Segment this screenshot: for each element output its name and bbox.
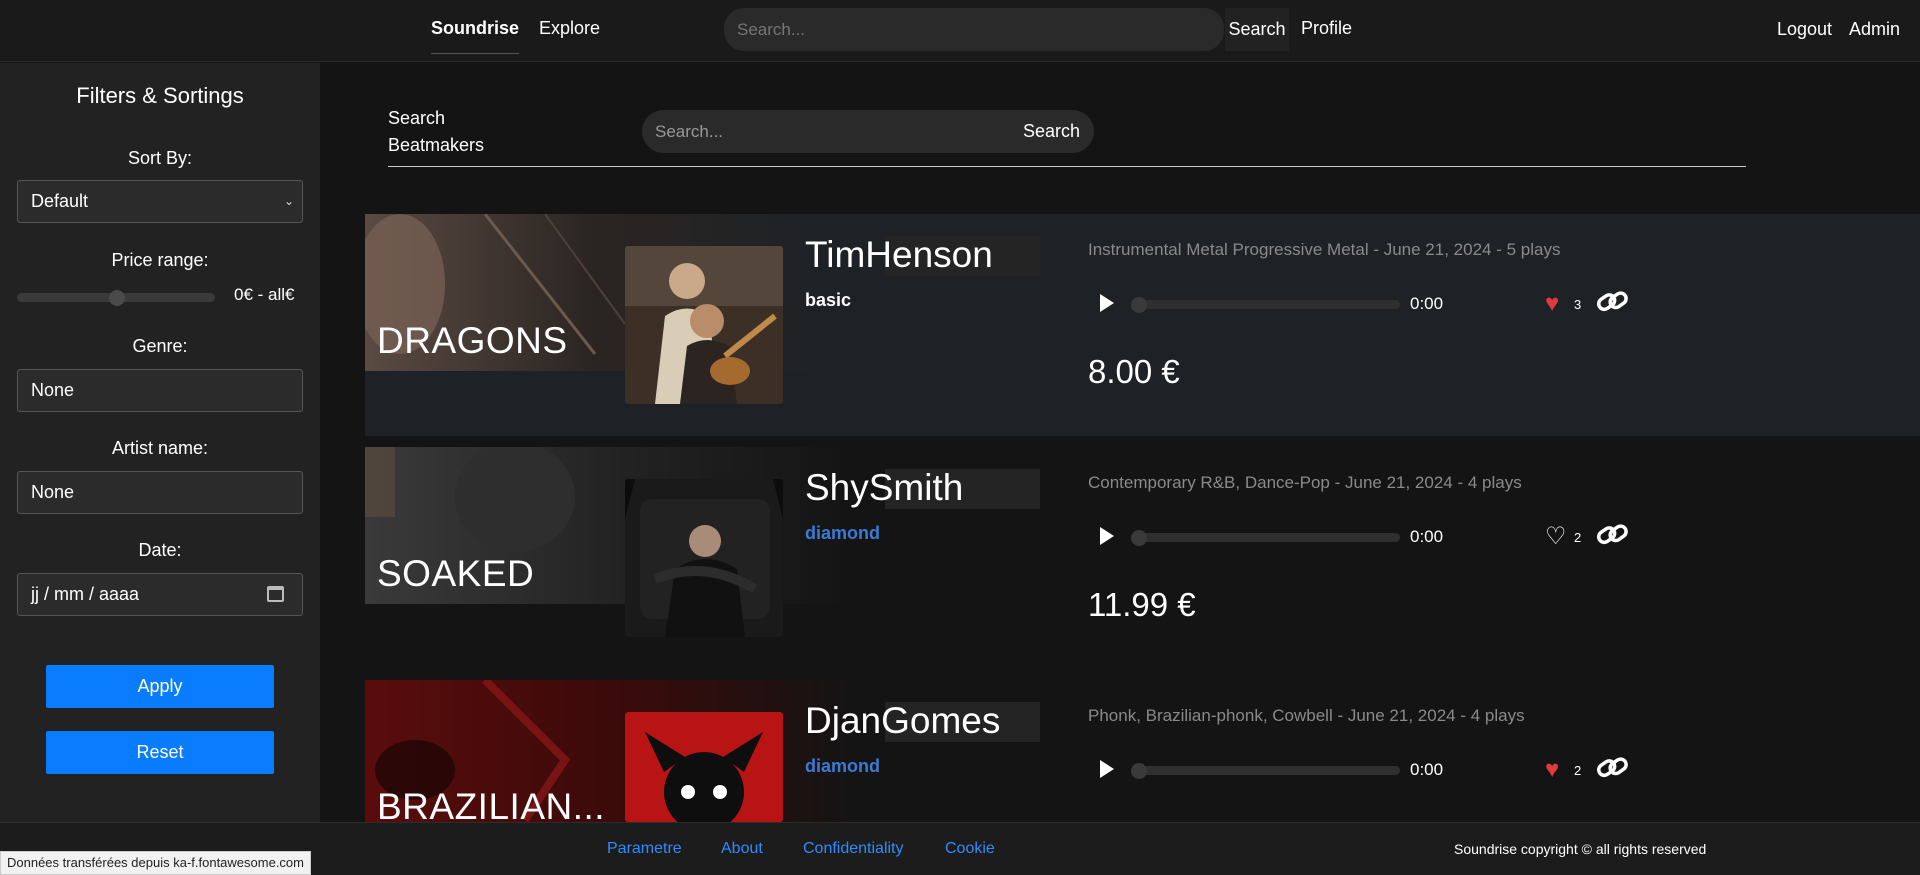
artist-name-label: Artist name: bbox=[111, 438, 209, 458]
audio-progress-thumb[interactable] bbox=[1131, 530, 1147, 546]
heart-icon[interactable]: ♥ bbox=[1545, 292, 1559, 316]
apply-button[interactable]: Apply bbox=[46, 665, 274, 708]
brand-link[interactable]: Soundrise bbox=[431, 18, 520, 54]
footer-link-cookie[interactable]: Cookie bbox=[945, 840, 995, 858]
beat-card[interactable]: BRAZILIAN... DjanGomes diamond Phonk, Br… bbox=[365, 680, 1920, 822]
section-label-line1: Search bbox=[388, 108, 446, 128]
footer-link-about[interactable]: About bbox=[721, 840, 763, 858]
tier-badge: basic bbox=[805, 290, 852, 310]
beat-cover-title: SOAKED bbox=[377, 553, 535, 594]
beat-cover-title: BRAZILIAN... bbox=[377, 786, 606, 822]
price-range-thumb[interactable] bbox=[109, 290, 125, 306]
beat-meta: Contemporary R&B, Dance-Pop - June 21, 2… bbox=[1088, 473, 1522, 492]
play-icon[interactable] bbox=[1100, 527, 1114, 545]
beat-cover-title: DRAGONS bbox=[377, 320, 568, 361]
section-label: Search Beatmakers bbox=[388, 105, 508, 159]
nav-explore-link[interactable]: Explore bbox=[539, 18, 600, 39]
artist-name[interactable]: DjanGomes bbox=[805, 700, 1040, 741]
filters-sidebar: Filters & Sortings Sort By: Default ⌄ Pr… bbox=[0, 63, 320, 823]
genre-input[interactable]: None bbox=[17, 369, 303, 412]
section-divider bbox=[388, 166, 1746, 167]
beat-price: 8.00 € bbox=[1088, 353, 1180, 390]
beat-meta: Phonk, Brazilian-phonk, Cowbell - June 2… bbox=[1088, 706, 1525, 725]
likes-count: 3 bbox=[1574, 297, 1582, 312]
nav-admin-link[interactable]: Admin bbox=[1849, 19, 1900, 40]
artist-name[interactable]: TimHenson bbox=[805, 234, 1040, 275]
beat-card[interactable]: DRAGONS TimHenson basic Instrumental Met… bbox=[365, 214, 1920, 436]
footer-link-confidentiality[interactable]: Confidentiality bbox=[803, 840, 904, 858]
likes-count: 2 bbox=[1574, 530, 1582, 545]
sort-select-value: Default bbox=[31, 191, 89, 211]
audio-progress-bar[interactable] bbox=[1133, 766, 1400, 775]
footer-link-parametre[interactable]: Parametre bbox=[607, 840, 682, 858]
beatmaker-search-input[interactable]: Search... bbox=[655, 110, 723, 153]
price-label: Price range: bbox=[111, 250, 209, 270]
audio-progress-bar[interactable] bbox=[1133, 533, 1400, 542]
sort-select[interactable]: Default ⌄ bbox=[17, 180, 303, 223]
tier-badge: diamond bbox=[805, 756, 880, 776]
date-input[interactable]: jj / mm / aaaa bbox=[17, 573, 303, 616]
copyright-text: Soundrise copyright © all rights reserve… bbox=[1454, 841, 1707, 857]
nav-profile-link[interactable]: Profile bbox=[1301, 18, 1352, 39]
beatmaker-search-button[interactable]: Search bbox=[1023, 110, 1080, 153]
tier-badge: diamond bbox=[805, 523, 880, 543]
heart-icon[interactable]: ♥ bbox=[1545, 758, 1559, 782]
artist-name-input[interactable]: None bbox=[17, 471, 303, 514]
link-icon[interactable] bbox=[1596, 753, 1630, 788]
top-search-input[interactable] bbox=[724, 8, 1224, 51]
link-icon[interactable] bbox=[1596, 520, 1630, 555]
nav-logout-link[interactable]: Logout bbox=[1777, 19, 1832, 40]
section-label-line2: Beatmakers bbox=[388, 135, 485, 155]
genre-label: Genre: bbox=[132, 336, 188, 356]
beatmaker-search-box[interactable]: Search... Search bbox=[642, 110, 1094, 153]
calendar-icon[interactable] bbox=[267, 586, 284, 602]
browser-status-bar: Données transférées depuis ka-f.fontawes… bbox=[0, 851, 311, 875]
beat-thumbnail[interactable] bbox=[625, 246, 783, 404]
audio-time: 0:00 bbox=[1410, 527, 1444, 546]
sort-label: Sort By: bbox=[127, 148, 193, 168]
price-range-value: 0€ - all€ bbox=[234, 285, 295, 304]
beat-thumbnail[interactable] bbox=[625, 712, 783, 822]
audio-progress-thumb[interactable] bbox=[1131, 297, 1147, 313]
audio-time: 0:00 bbox=[1410, 294, 1444, 313]
top-search-button[interactable]: Search bbox=[1225, 8, 1289, 51]
beat-meta: Instrumental Metal Progressive Metal - J… bbox=[1088, 240, 1561, 259]
chevron-down-icon: ⌄ bbox=[283, 194, 294, 208]
audio-progress-thumb[interactable] bbox=[1131, 763, 1147, 779]
sidebar-title: Filters & Sortings bbox=[76, 83, 244, 108]
likes-count: 2 bbox=[1574, 763, 1582, 778]
beat-thumbnail[interactable] bbox=[625, 479, 783, 637]
date-placeholder: jj / mm / aaaa bbox=[31, 584, 140, 604]
reset-button[interactable]: Reset bbox=[46, 731, 274, 774]
artist-name[interactable]: ShySmith bbox=[805, 467, 1040, 508]
beat-card[interactable]: SOAKED ShySmith diamond Contemporary R&B… bbox=[365, 447, 1920, 669]
audio-progress-bar[interactable] bbox=[1133, 300, 1400, 309]
date-label: Date: bbox=[138, 540, 182, 560]
play-icon[interactable] bbox=[1100, 294, 1114, 312]
top-navbar: Soundrise Explore Search Profile Logout … bbox=[0, 0, 1920, 62]
beat-price: 11.99 € bbox=[1088, 586, 1196, 623]
play-icon[interactable] bbox=[1100, 760, 1114, 778]
audio-time: 0:00 bbox=[1410, 760, 1444, 779]
link-icon[interactable] bbox=[1596, 287, 1630, 322]
heart-outline-icon[interactable]: ♡ bbox=[1545, 525, 1567, 549]
